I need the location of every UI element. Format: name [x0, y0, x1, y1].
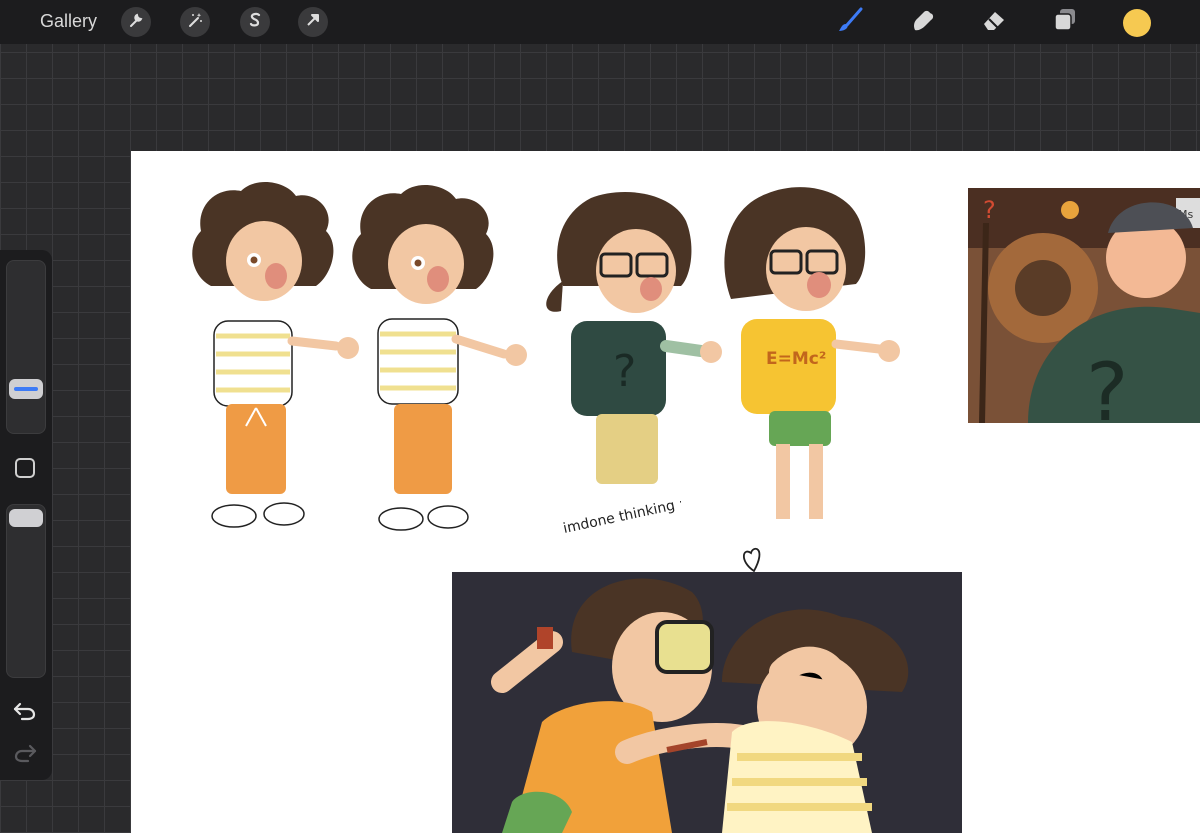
transform-button[interactable] — [298, 7, 328, 37]
opacity-slider[interactable] — [6, 504, 46, 678]
smudge-icon — [909, 6, 937, 39]
eraser-tool-button[interactable] — [980, 8, 1008, 36]
layers-button[interactable] — [1051, 8, 1079, 36]
illustration-panel[interactable] — [452, 572, 962, 833]
svg-text:?: ? — [983, 196, 996, 224]
redo-button[interactable] — [12, 742, 38, 764]
svg-text:?: ? — [1086, 346, 1128, 423]
character-sketch-4: E=Mc² — [724, 187, 900, 519]
magic-wand-icon — [186, 11, 204, 34]
reference-image[interactable]: ? Ms ? — [968, 188, 1200, 423]
layers-icon — [1051, 6, 1079, 39]
wrench-icon — [127, 11, 145, 34]
svg-text:?: ? — [613, 346, 636, 397]
color-picker-button[interactable] — [1123, 9, 1151, 37]
redo-icon — [12, 744, 38, 768]
opacity-handle[interactable] — [9, 509, 43, 527]
shirt-text: E=Mc² — [766, 349, 826, 369]
handwritten-note: imdone thinking :| — [562, 501, 681, 537]
left-sidebar — [0, 250, 52, 780]
reference-image-art: ? Ms ? — [968, 188, 1200, 423]
brush-icon — [836, 6, 864, 39]
actions-button[interactable] — [121, 7, 151, 37]
arrow-cursor-icon — [304, 11, 322, 34]
drawing-canvas[interactable]: ? imdone thinking :| E=Mc² ? Ms ? — [131, 151, 1200, 833]
character-sketch-3: ? — [546, 191, 722, 484]
brush-size-slider[interactable] — [6, 260, 46, 434]
top-toolbar: Gallery — [0, 0, 1200, 44]
gallery-button[interactable]: Gallery — [40, 11, 97, 32]
adjustments-button[interactable] — [180, 7, 210, 37]
eraser-icon — [980, 6, 1008, 39]
brush-tool-button[interactable] — [836, 6, 864, 39]
handwritten-note-text: imdone thinking :| — [562, 501, 681, 537]
illustration-art — [452, 572, 962, 833]
smudge-tool-button[interactable] — [909, 8, 937, 36]
undo-button[interactable] — [12, 700, 38, 722]
modify-button[interactable] — [15, 458, 35, 478]
selection-s-icon — [246, 11, 264, 34]
undo-icon — [12, 702, 38, 726]
brush-size-handle[interactable] — [9, 379, 43, 399]
character-sketch-2 — [352, 184, 527, 531]
selection-button[interactable] — [240, 7, 270, 37]
